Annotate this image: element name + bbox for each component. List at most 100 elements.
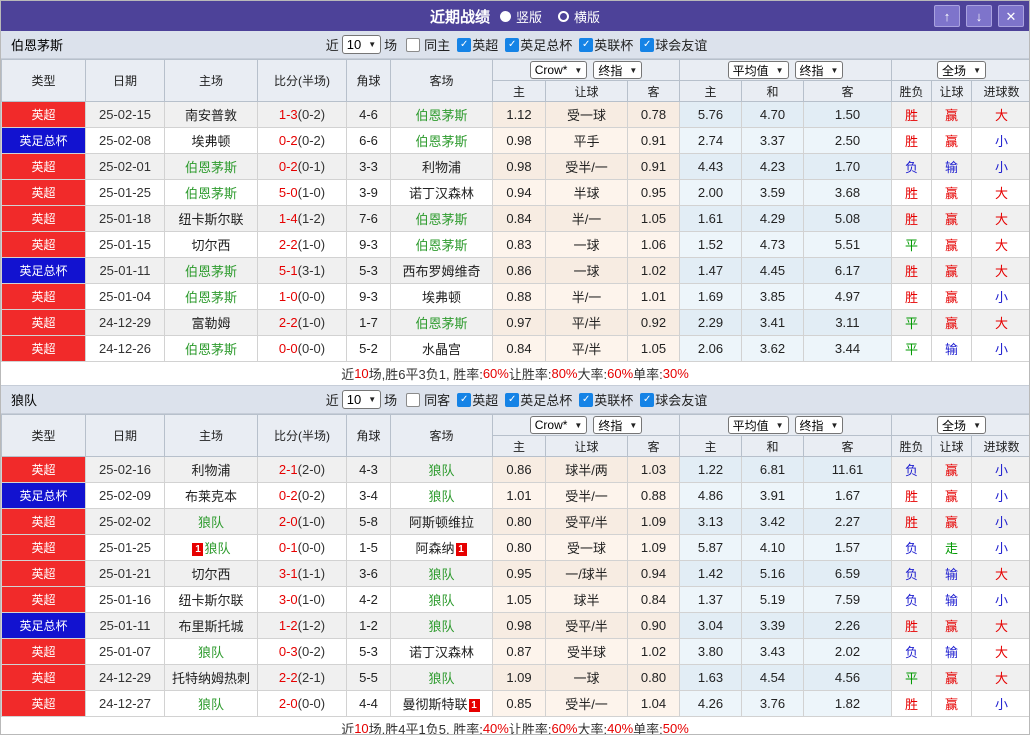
league-checkbox[interactable]: ✓	[457, 37, 472, 52]
odds-handicap: 半/一	[545, 283, 628, 310]
score-cell: 3-0(1-0)	[257, 586, 347, 613]
away-team-cell: 埃弗顿	[390, 283, 493, 310]
radio-horizontal[interactable]: 横版	[558, 7, 600, 26]
home-team-name: 伯恩茅斯	[184, 160, 237, 175]
avg-time-value: 终指	[799, 63, 824, 78]
corner-score: 5-2	[346, 335, 391, 362]
result-goals: 大	[971, 101, 1029, 128]
league-label: 球会友谊	[655, 393, 708, 409]
match-count-select[interactable]: 10 ▼	[341, 390, 382, 409]
score-cell: 1-3(0-2)	[257, 101, 347, 128]
odds-home: 0.87	[492, 638, 546, 665]
league-checkbox[interactable]: ✓	[579, 37, 594, 52]
odds-handicap: 一球	[545, 231, 628, 258]
scope-select[interactable]: 全场 ▼	[937, 416, 986, 434]
avg-draw: 4.73	[741, 231, 804, 258]
near-label: 近	[325, 38, 339, 53]
away-team-cell: 西布罗姆维奇	[390, 257, 493, 284]
corner-score: 9-3	[346, 231, 391, 258]
home-team-cell: 伯恩茅斯	[164, 283, 258, 310]
odds-source-select[interactable]: Crow* ▼	[529, 416, 588, 434]
result-outcome: 胜	[891, 612, 933, 639]
same-venue-checkbox[interactable]	[406, 37, 421, 52]
avg-home: 2.29	[679, 309, 742, 336]
odds-away: 1.02	[627, 638, 680, 665]
red-card-badge: 1	[192, 543, 204, 556]
check-icon: ✓	[582, 38, 591, 50]
result-handicap: 赢	[931, 508, 973, 535]
odds-time-select[interactable]: 终指 ▼	[593, 416, 643, 434]
away-team-cell: 狼队	[390, 586, 493, 613]
home-team-name: 埃弗顿	[191, 134, 231, 149]
odds-away: 1.01	[627, 283, 680, 310]
col-avg-draw: 和	[741, 80, 804, 102]
fulltime-score: 0-2	[278, 133, 298, 148]
avg-home: 1.22	[679, 456, 742, 483]
away-team-cell: 伯恩茅斯	[390, 205, 493, 232]
away-team-name: 狼队	[428, 489, 455, 504]
odds-time-value: 终指	[598, 418, 623, 433]
league-badge: 英超	[1, 690, 86, 717]
odds-home: 0.83	[492, 231, 546, 258]
avg-time-select[interactable]: 终指 ▼	[794, 416, 844, 434]
league-checkbox[interactable]: ✓	[457, 392, 472, 407]
avg-draw: 5.16	[741, 560, 804, 587]
odds-away: 0.92	[627, 309, 680, 336]
odds-source-select[interactable]: Crow* ▼	[529, 61, 588, 79]
col-score: 比分(半场)	[257, 59, 347, 102]
match-row: 英足总杯 25-02-08 埃弗顿 0-2(0-2) 6-6 伯恩茅斯 0.98 平手 0.91…	[1, 127, 1029, 154]
col-res-goals: 进球数	[971, 80, 1029, 102]
fulltime-score: 1-2	[278, 618, 298, 633]
avg-source-select[interactable]: 平均值 ▼	[727, 61, 789, 79]
league-checkbox[interactable]: ✓	[505, 37, 520, 52]
fulltime-score: 2-0	[278, 514, 298, 529]
league-checkbox[interactable]: ✓	[640, 37, 655, 52]
odds-home: 0.80	[492, 534, 546, 561]
league-badge: 英超	[1, 335, 86, 362]
home-team-name: 布莱克本	[184, 489, 237, 504]
league-badge: 英超	[1, 508, 86, 535]
league-checkbox[interactable]: ✓	[579, 392, 594, 407]
home-team-name: 托特纳姆热刺	[171, 671, 250, 686]
home-team-cell: 利物浦	[164, 456, 258, 483]
odds-handicap: 受半/一	[545, 153, 628, 180]
up-button[interactable]: ↑	[934, 5, 960, 27]
down-button[interactable]: ↓	[966, 5, 992, 27]
match-date: 24-12-29	[85, 309, 165, 336]
match-row: 英足总杯 25-01-11 伯恩茅斯 5-1(3-1) 5-3 西布罗姆维奇 0.86 一球 1…	[1, 257, 1029, 284]
chevron-down-icon: ▼	[830, 420, 839, 430]
odds-handicap: 受半/一	[545, 482, 628, 509]
away-team-cell: 伯恩茅斯	[390, 309, 493, 336]
same-venue-checkbox[interactable]	[406, 392, 421, 407]
odds-home: 0.98	[492, 612, 546, 639]
close-button[interactable]: ✕	[998, 5, 1024, 27]
match-date: 25-01-25	[85, 179, 165, 206]
league-checkbox[interactable]: ✓	[640, 392, 655, 407]
odds-time-select[interactable]: 终指 ▼	[593, 61, 643, 79]
avg-away: 1.67	[802, 482, 893, 509]
home-team-cell: 伯恩茅斯	[164, 257, 258, 284]
radio-vertical[interactable]: 竖版	[499, 7, 542, 26]
match-count-value: 10	[346, 392, 362, 407]
scope-select[interactable]: 全场 ▼	[937, 61, 986, 79]
odds-home: 0.86	[492, 456, 546, 483]
avg-time-select[interactable]: 终指 ▼	[794, 61, 844, 79]
result-goals: 小	[971, 127, 1029, 154]
league-checkbox[interactable]: ✓	[505, 392, 520, 407]
away-team-cell: 诺丁汉森林	[390, 638, 493, 665]
match-count-select[interactable]: 10 ▼	[341, 35, 382, 54]
result-outcome: 平	[891, 335, 933, 362]
avg-source-select[interactable]: 平均值 ▼	[727, 416, 789, 434]
avg-away: 2.26	[802, 612, 893, 639]
check-icon: ✓	[459, 38, 469, 50]
avg-group-header: 平均值 ▼ 终指 ▼	[678, 414, 893, 436]
match-row: 英超 24-12-29 富勒姆 2-2(1-0) 1-7 伯恩茅斯 0.97 平/半 0.92 2…	[1, 309, 1029, 336]
corner-score: 5-5	[346, 664, 391, 691]
match-date: 25-02-02	[85, 508, 165, 535]
scope-value: 全场	[942, 63, 967, 78]
summary-text: 近	[341, 722, 355, 735]
league-badge: 英超	[1, 231, 86, 258]
summary-text: 10	[354, 721, 369, 735]
away-team-cell: 伯恩茅斯	[390, 231, 493, 258]
away-team-cell: 狼队	[390, 560, 493, 587]
